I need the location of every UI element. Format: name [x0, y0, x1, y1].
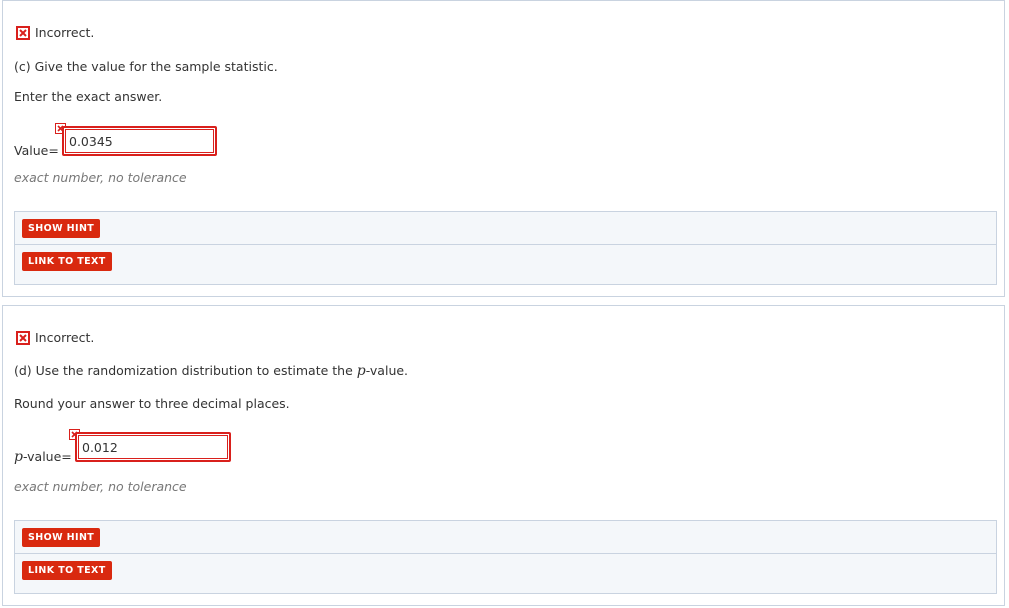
question-text-c: (c) Give the value for the sample statis… — [14, 59, 278, 74]
status-incorrect-d: Incorrect. — [16, 330, 94, 345]
instruction-text-c: Enter the exact answer. — [14, 89, 163, 104]
p-variable: p — [356, 363, 366, 379]
status-text: Incorrect. — [35, 25, 95, 40]
answer-label-text: -value= — [22, 449, 72, 464]
tolerance-note-d: exact number, no tolerance — [14, 479, 187, 494]
p-value-input[interactable] — [78, 435, 228, 459]
answer-label: Value= — [14, 143, 59, 158]
answer-input-wrapper — [62, 126, 217, 156]
status-text: Incorrect. — [35, 330, 95, 345]
tolerance-note-c: exact number, no tolerance — [14, 170, 187, 185]
question-panel-c: Incorrect. (c) Give the value for the sa… — [2, 0, 1005, 297]
instruction-text-d: Round your answer to three decimal place… — [14, 396, 290, 411]
link-to-text-button[interactable]: LINK TO TEXT — [22, 252, 112, 271]
incorrect-x-icon — [16, 25, 30, 40]
question-text-end: -value. — [365, 363, 409, 378]
show-hint-button[interactable]: SHOW HINT — [22, 219, 101, 238]
divider — [15, 553, 996, 554]
divider — [15, 244, 996, 245]
answer-input-wrapper — [75, 432, 231, 462]
answer-label: p-value= — [14, 449, 72, 465]
question-text-start: (d) Use the randomization distribution t… — [14, 363, 357, 378]
question-text-d: (d) Use the randomization distribution t… — [14, 363, 408, 379]
value-input[interactable] — [65, 129, 214, 153]
question-panel-d: Incorrect. (d) Use the randomization dis… — [2, 305, 1005, 606]
answer-row-d: p-value= — [14, 427, 244, 467]
p-variable: p — [14, 449, 23, 465]
status-incorrect-c: Incorrect. — [16, 25, 94, 40]
hint-box-c: SHOW HINT LINK TO TEXT — [14, 211, 997, 285]
hint-box-d: SHOW HINT LINK TO TEXT — [14, 520, 997, 594]
show-hint-button[interactable]: SHOW HINT — [22, 528, 101, 547]
answer-row-c: Value= — [14, 121, 234, 161]
link-to-text-button[interactable]: LINK TO TEXT — [22, 561, 112, 580]
incorrect-x-icon — [16, 330, 30, 345]
